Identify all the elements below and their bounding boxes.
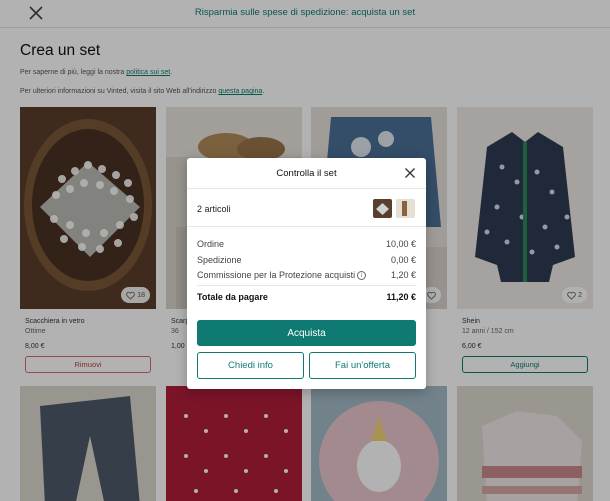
item-thumbnail — [373, 199, 392, 218]
item-thumbnail — [396, 199, 415, 218]
shipping-line: Spedizione 0,00 € — [197, 255, 416, 265]
info-icon[interactable]: i — [357, 271, 367, 280]
ask-info-button[interactable]: Chiedi info — [197, 352, 304, 379]
order-line: Ordine 10,00 € — [197, 239, 416, 249]
review-bundle-modal: Controlla il set 2 articoli Ordine 10,00… — [187, 158, 426, 389]
make-offer-button[interactable]: Fai un'offerta — [309, 352, 416, 379]
divider — [187, 226, 426, 227]
items-count: 2 articoli — [197, 204, 231, 214]
buyer-protection-line: Commissione per la Protezione acquisti i … — [197, 270, 416, 280]
modal-title: Controlla il set — [276, 168, 337, 179]
divider — [197, 285, 416, 286]
total-line: Totale da pagare 11,20 € — [197, 292, 416, 302]
close-icon[interactable] — [404, 167, 416, 179]
buy-button[interactable]: Acquista — [197, 320, 416, 346]
divider — [187, 188, 426, 189]
